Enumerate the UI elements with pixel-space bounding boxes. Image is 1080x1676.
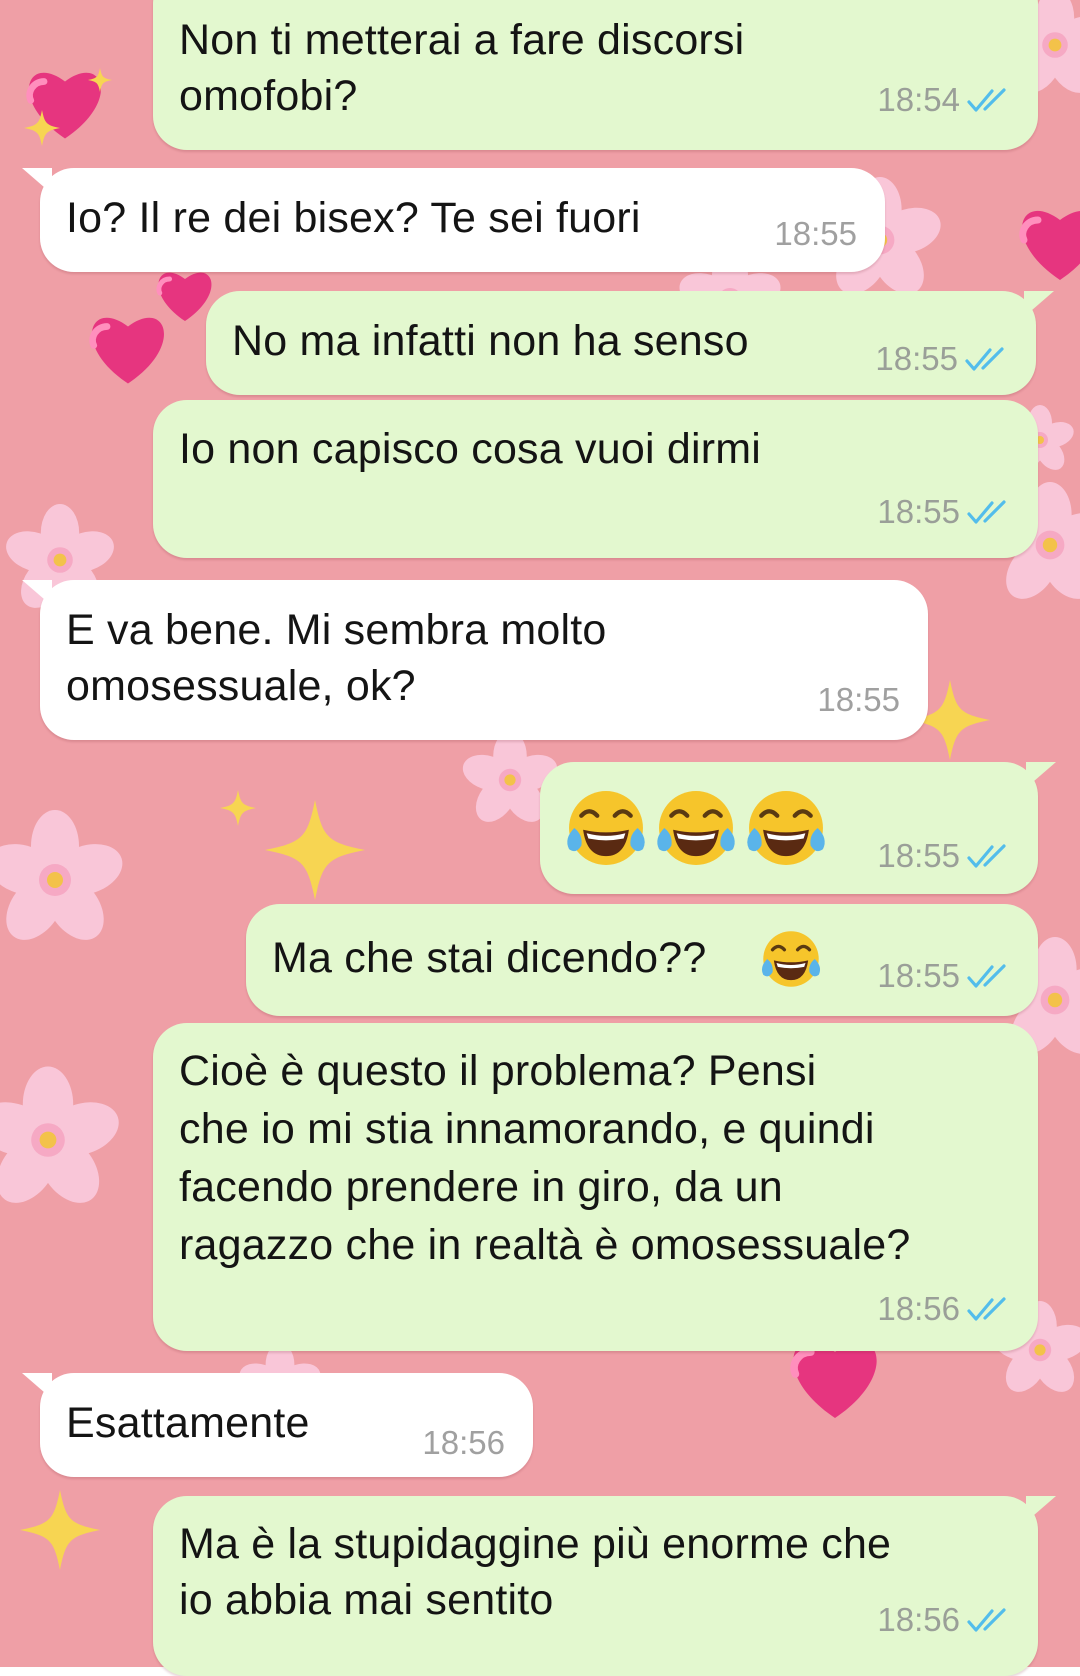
message-bubble-incoming[interactable]: Io? Il re dei bisex? Te sei fuori 18:55 xyxy=(22,168,885,272)
message-text-line: Io? Il re dei bisex? Te sei fuori xyxy=(66,194,641,242)
message-bubble-incoming[interactable]: E va bene. Mi sembra molto omosessuale, … xyxy=(22,580,928,740)
message-meta: 18:56 xyxy=(422,1425,505,1461)
message-time: 18:56 xyxy=(422,1424,505,1461)
message-text-line: No ma infatti non ha senso xyxy=(232,317,749,365)
message-meta: 18:56 xyxy=(877,1602,1012,1638)
message-time: 18:55 xyxy=(817,681,900,718)
message-meta: 18:55 xyxy=(817,682,900,718)
message-time: 18:54 xyxy=(877,81,960,118)
bubble-tail xyxy=(1024,291,1054,317)
read-receipt-double-check-icon xyxy=(967,1297,1006,1321)
message-meta: 18:55 xyxy=(774,216,857,252)
emoji-group xyxy=(562,784,830,872)
message-text-line: io abbia mai sentito xyxy=(179,1576,554,1624)
read-receipt-double-check-icon xyxy=(965,347,1004,371)
read-receipt-double-check-icon xyxy=(967,88,1006,112)
tears-of-joy-icon xyxy=(657,791,735,865)
message-text-line: Io non capisco cosa vuoi dirmi xyxy=(179,425,762,473)
bubble-tail xyxy=(1026,1496,1056,1522)
tears-of-joy-icon xyxy=(761,931,821,987)
message-bubble-incoming[interactable]: Esattamente 18:56 xyxy=(22,1373,533,1477)
message-text-line: facendo prendere in giro, da un xyxy=(179,1163,783,1211)
message-text-line: Ma che stai dicendo?? xyxy=(272,934,707,982)
bubble-tail xyxy=(1026,762,1056,788)
message-bubble-outgoing[interactable]: Cioè è questo il problema? Pensi che io … xyxy=(153,1023,1038,1351)
message-meta: 18:55 xyxy=(877,494,1012,530)
message-bubble-outgoing[interactable]: Ma è la stupidaggine più enorme che io a… xyxy=(153,1496,1056,1676)
read-receipt-double-check-icon xyxy=(967,1608,1006,1632)
bubble-tail xyxy=(22,1373,52,1399)
message-text-line: omofobi? xyxy=(179,72,358,120)
message-time: 18:55 xyxy=(877,957,960,994)
read-receipt-double-check-icon xyxy=(967,500,1006,524)
message-text-line: che io mi stia innamorando, e quindi xyxy=(179,1105,875,1153)
message-text-line: Non ti metterai a fare discorsi xyxy=(179,16,745,64)
bubble-tail xyxy=(22,168,52,194)
message-time: 18:55 xyxy=(877,493,960,530)
message-text-line: Ma è la stupidaggine più enorme che xyxy=(179,1520,892,1568)
message-bubble-outgoing[interactable]: Non ti metterai a fare discorsi omofobi?… xyxy=(153,0,1038,150)
message-time: 18:56 xyxy=(877,1290,960,1327)
message-meta: 18:55 xyxy=(877,838,1012,874)
message-time: 18:55 xyxy=(875,340,958,377)
bubble-tail xyxy=(22,580,52,606)
message-time: 18:56 xyxy=(877,1601,960,1638)
message-text-line: E va bene. Mi sembra molto xyxy=(66,606,607,654)
message-text-line: Esattamente xyxy=(66,1399,310,1447)
message-bubble-outgoing[interactable]: Ma che stai dicendo?? 18:55 xyxy=(246,904,1038,1016)
read-receipt-double-check-icon xyxy=(967,844,1006,868)
message-meta: 18:55 xyxy=(877,958,1012,994)
message-bubble-outgoing[interactable]: No ma infatti non ha senso 18:55 xyxy=(206,291,1054,395)
message-meta: 18:55 xyxy=(875,341,1010,377)
message-time: 18:55 xyxy=(877,837,960,874)
tears-of-joy-icon xyxy=(747,791,825,865)
message-text-line: omosessuale, ok? xyxy=(66,662,416,710)
read-receipt-double-check-icon xyxy=(967,964,1006,988)
message-time: 18:55 xyxy=(774,215,857,252)
message-text-line: Cioè è questo il problema? Pensi xyxy=(179,1047,817,1095)
message-bubble-outgoing[interactable]: 18:55 xyxy=(540,762,1056,894)
tears-of-joy-icon xyxy=(567,791,645,865)
message-text-line: ragazzo che in realtà è omosessuale? xyxy=(179,1221,911,1269)
message-meta: 18:54 xyxy=(877,82,1012,118)
message-meta: 18:56 xyxy=(877,1291,1012,1327)
message-bubble-outgoing[interactable]: Io non capisco cosa vuoi dirmi 18:55 xyxy=(153,400,1038,558)
